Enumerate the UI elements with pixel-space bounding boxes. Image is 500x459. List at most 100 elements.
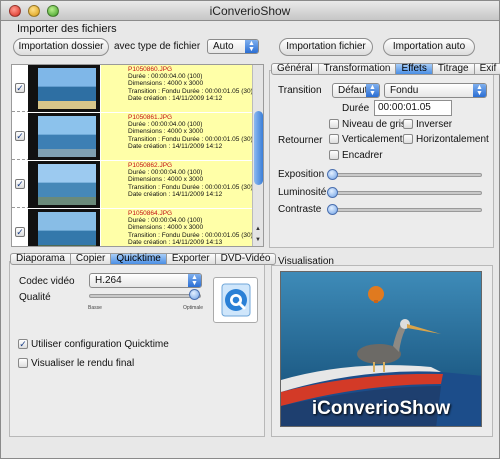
flip-label: Retourner bbox=[278, 135, 323, 146]
file-thumbnail bbox=[28, 209, 100, 246]
file-list-item[interactable]: ✓ P1050860.JPG Durée : 00:00:04.00 (100) Di… bbox=[12, 65, 263, 112]
thumbnail-image bbox=[38, 164, 96, 205]
invert-label: Inverser bbox=[416, 119, 453, 130]
quality-slider[interactable] bbox=[89, 294, 201, 298]
invert-checkbox[interactable] bbox=[403, 119, 413, 129]
file-type-value: Auto bbox=[213, 41, 234, 52]
settings-tab[interactable]: Effets bbox=[396, 63, 433, 75]
chevron-updown-icon: ▲ ▼ bbox=[188, 274, 201, 287]
file-detail: Dimensions : 4000 x 3000 bbox=[128, 80, 204, 88]
file-detail: Date création : 14/11/2009 14:12 bbox=[128, 190, 223, 198]
exposure-label: Exposition bbox=[278, 169, 325, 180]
file-detail: Dimensions : 4000 x 3000 bbox=[128, 128, 204, 136]
preview-image: iConverioShow bbox=[280, 271, 482, 427]
scrollbar-thumb[interactable] bbox=[254, 111, 263, 185]
quality-slider-knob[interactable] bbox=[189, 289, 200, 300]
scroll-down-icon[interactable]: ▼ bbox=[255, 237, 261, 243]
file-thumbnail bbox=[28, 113, 100, 160]
file-detail: Dimensions : 4000 x 3000 bbox=[128, 224, 204, 232]
file-type-label: avec type de fichier bbox=[114, 41, 201, 52]
file-metadata: P1050860.JPG Durée : 00:00:04.00 (100) Dim… bbox=[101, 65, 263, 112]
duration-field[interactable]: 00:00:01.05 bbox=[374, 100, 452, 116]
scroll-up-icon[interactable]: ▲ bbox=[255, 226, 261, 232]
file-list[interactable]: ✓ P1050860.JPG Durée : 00:00:04.00 (100) Di… bbox=[11, 64, 264, 247]
quicktime-icon bbox=[221, 283, 251, 317]
chevron-updown-icon: ▲ ▼ bbox=[245, 40, 258, 53]
file-list-item[interactable]: ✓ P1050864.JPG Durée : 00:00:04.00 (100) Di… bbox=[12, 209, 263, 246]
file-thumbnail bbox=[28, 161, 100, 208]
file-metadata: P1050862.JPG Durée : 00:00:04.00 (100) Dim… bbox=[101, 161, 263, 208]
contrast-slider[interactable] bbox=[331, 208, 482, 212]
app-window: iConverioShow Importer des fichiers Impo… bbox=[0, 0, 500, 459]
duration-label: Durée bbox=[342, 103, 370, 114]
export-tab[interactable]: Exporter bbox=[166, 253, 216, 265]
file-include-checkbox[interactable]: ✓ bbox=[15, 227, 25, 237]
file-include-checkbox[interactable]: ✓ bbox=[15, 83, 25, 93]
file-name: P1050864.JPG bbox=[128, 210, 173, 217]
file-metadata: P1050861.JPG Durée : 00:00:04.00 (100) Dim… bbox=[101, 113, 263, 160]
settings-tab[interactable]: Titrage bbox=[432, 63, 475, 75]
file-name: P1050860.JPG bbox=[128, 66, 173, 73]
codec-label: Codec vidéo bbox=[19, 276, 75, 287]
frame-label: Encadrer bbox=[342, 150, 383, 161]
file-detail: Dimensions : 4000 x 3000 bbox=[128, 176, 204, 184]
codec-select[interactable]: H.264 ▲ ▼ bbox=[89, 273, 202, 288]
window-title: iConverioShow bbox=[209, 4, 291, 18]
brightness-slider-knob[interactable] bbox=[327, 187, 338, 198]
settings-tab[interactable]: Transformation bbox=[318, 63, 397, 75]
title-bar: iConverioShow bbox=[1, 1, 499, 21]
thumbnail-image bbox=[38, 212, 96, 246]
file-detail: Transition : Fondu Durée : 00:00:01.05 (… bbox=[128, 231, 253, 239]
file-detail: Date création : 14/11/2009 14:12 bbox=[128, 94, 223, 102]
import-auto-button[interactable]: Importation auto bbox=[383, 38, 475, 56]
brightness-slider[interactable] bbox=[331, 191, 482, 195]
preview-render-checkbox[interactable] bbox=[18, 358, 28, 368]
exposure-slider[interactable] bbox=[331, 173, 482, 177]
file-detail: Transition : Fondu Durée : 00:00:01.05 (… bbox=[128, 87, 253, 95]
file-type-select[interactable]: Auto ▲ ▼ bbox=[207, 39, 259, 54]
transition-mode-value: Défaut bbox=[338, 85, 368, 96]
thumbnail-image bbox=[38, 116, 96, 157]
quality-label: Qualité bbox=[19, 292, 51, 303]
contrast-label: Contraste bbox=[278, 204, 322, 215]
horizontal-checkbox[interactable] bbox=[403, 134, 413, 144]
brightness-label: Luminosité bbox=[278, 187, 327, 198]
import-folder-button[interactable]: Importation dossier bbox=[13, 38, 109, 56]
file-detail: Date création : 14/11/2009 14:12 bbox=[128, 142, 223, 150]
exposure-slider-knob[interactable] bbox=[327, 169, 338, 180]
transition-type-select[interactable]: Fondu ▲ ▼ bbox=[384, 83, 487, 98]
import-file-button[interactable]: Importation fichier bbox=[279, 38, 373, 56]
file-list-item[interactable]: ✓ P1050861.JPG Durée : 00:00:04.00 (100) Di… bbox=[12, 113, 263, 160]
file-list-item[interactable]: ✓ P1050862.JPG Durée : 00:00:04.00 (100) Di… bbox=[12, 161, 263, 208]
file-detail: Transition : Fondu Durée : 00:00:01.05 (… bbox=[128, 183, 253, 191]
file-include-checkbox[interactable]: ✓ bbox=[15, 131, 25, 141]
vertical-checkbox[interactable] bbox=[329, 134, 339, 144]
codec-value: H.264 bbox=[95, 275, 122, 286]
use-config-label: Utiliser configuration Quicktime bbox=[31, 339, 169, 350]
chevron-updown-icon: ▲ ▼ bbox=[366, 84, 379, 97]
transition-label: Transition bbox=[278, 85, 322, 96]
transition-type-value: Fondu bbox=[390, 85, 419, 96]
export-tab[interactable]: DVD-Vidéo bbox=[215, 253, 277, 265]
contrast-slider-knob[interactable] bbox=[327, 204, 338, 215]
use-config-checkbox[interactable]: ✓ bbox=[18, 339, 28, 349]
gray-label: Niveau de gris bbox=[342, 119, 406, 130]
file-detail: Durée : 00:00:04.00 (100) bbox=[128, 217, 203, 225]
file-thumbnail bbox=[28, 65, 100, 112]
preview-overlay-text: iConverioShow bbox=[311, 398, 451, 419]
settings-tab[interactable]: Exif bbox=[474, 63, 500, 75]
quality-high-label: Optimale bbox=[183, 305, 204, 311]
file-include-checkbox[interactable]: ✓ bbox=[15, 179, 25, 189]
chevron-updown-icon: ▲ ▼ bbox=[473, 84, 486, 97]
file-detail: Transition : Fondu Durée : 00:00:01.05 (… bbox=[128, 135, 253, 143]
vertical-label: Verticalement bbox=[342, 134, 403, 145]
transition-mode-select[interactable]: Défaut ▲ ▼ bbox=[332, 83, 380, 98]
gray-checkbox[interactable] bbox=[329, 119, 339, 129]
export-tab[interactable]: Quicktime bbox=[111, 253, 167, 265]
file-detail: Durée : 00:00:04.00 (100) bbox=[128, 73, 203, 81]
settings-tab[interactable]: Général bbox=[271, 63, 319, 75]
export-tab[interactable]: Diaporama bbox=[10, 253, 71, 265]
frame-checkbox[interactable] bbox=[329, 150, 339, 160]
export-tab[interactable]: Copier bbox=[70, 253, 112, 265]
file-list-scrollbar[interactable]: ▲ ▼ bbox=[252, 65, 263, 246]
